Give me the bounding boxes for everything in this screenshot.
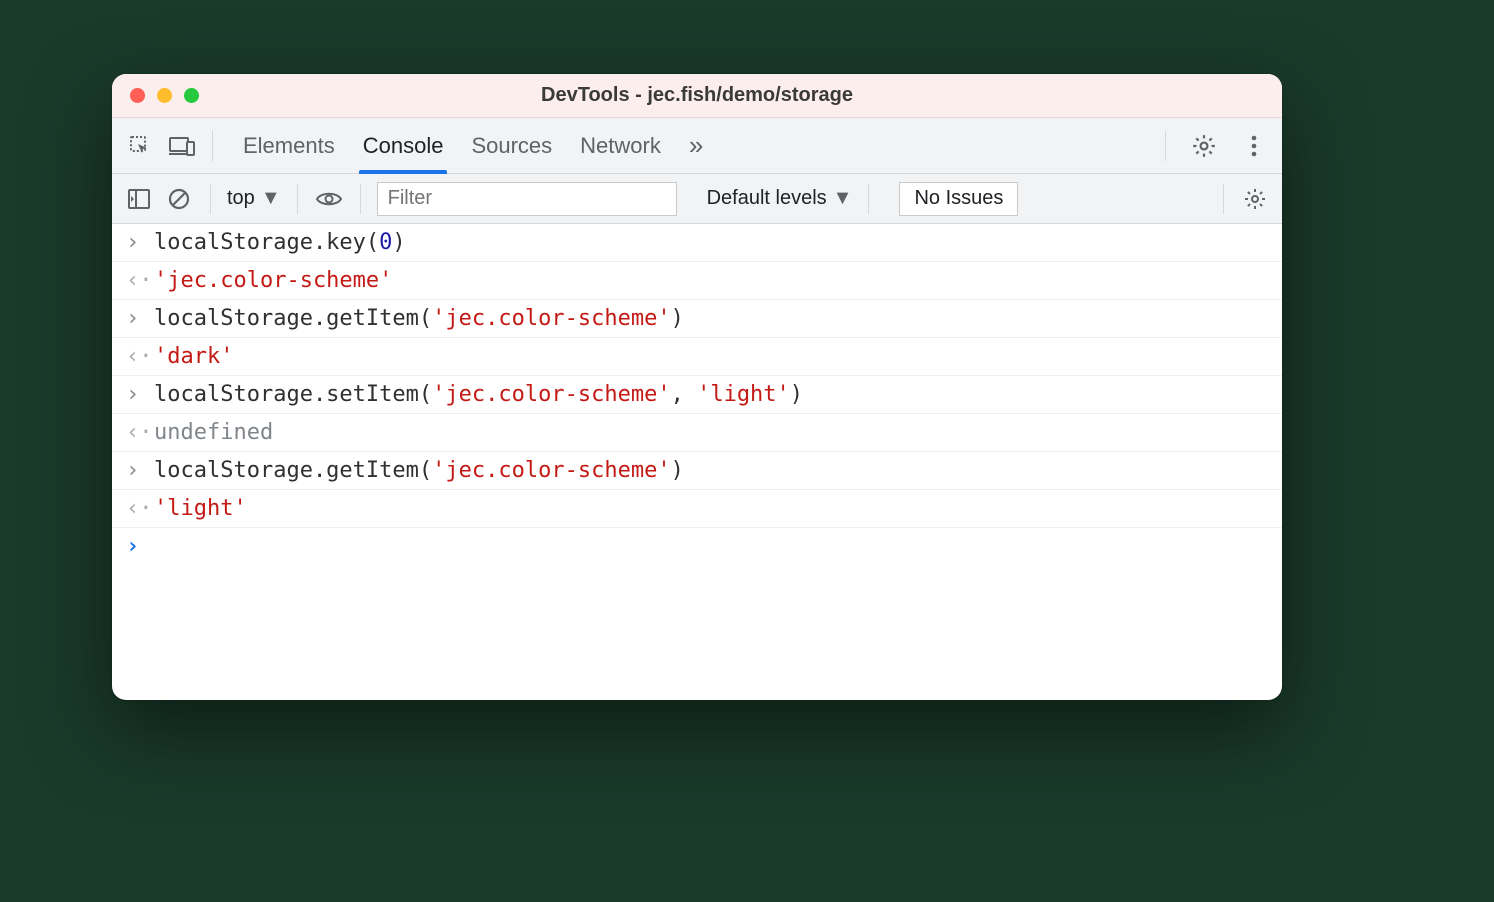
console-input-line: localStorage.getItem('jec.color-scheme') [154, 306, 684, 331]
minimize-button[interactable] [157, 88, 172, 103]
issues-button[interactable]: No Issues [899, 182, 1018, 216]
console-output-line: 'jec.color-scheme' [154, 268, 392, 293]
traffic-lights [112, 88, 199, 103]
console-output-line: 'dark' [154, 344, 233, 369]
tab-console[interactable]: Console [363, 118, 444, 173]
output-marker-icon: ‹· [126, 496, 144, 521]
separator [297, 184, 298, 214]
console-prompt-row[interactable]: › [112, 528, 1282, 565]
output-marker-icon: ‹· [126, 344, 144, 369]
tab-network[interactable]: Network [580, 118, 661, 173]
filter-input[interactable] [377, 182, 677, 216]
input-marker-icon: › [126, 230, 144, 255]
separator [868, 184, 869, 214]
console-input-row: › localStorage.getItem('jec.color-scheme'… [112, 452, 1282, 490]
input-marker-icon: › [126, 458, 144, 483]
inspect-icon[interactable] [122, 128, 158, 164]
chevron-down-icon: ▼ [833, 187, 853, 210]
separator [1223, 184, 1224, 214]
maximize-button[interactable] [184, 88, 199, 103]
live-expression-eye-icon[interactable] [314, 184, 344, 214]
tabs-overflow[interactable]: » [689, 118, 703, 173]
console-output[interactable]: › localStorage.key(0) ‹· 'jec.color-scheme'… [112, 224, 1282, 700]
sidebar-toggle-icon[interactable] [124, 184, 154, 214]
input-marker-icon: › [126, 382, 144, 407]
console-output-line: 'light' [154, 496, 247, 521]
separator [210, 184, 211, 214]
console-output-row: ‹· 'dark' [112, 338, 1282, 376]
console-output-row: ‹· 'light' [112, 490, 1282, 528]
console-input-line: localStorage.key(0) [154, 230, 406, 255]
console-input-line: localStorage.setItem('jec.color-scheme',… [154, 382, 803, 407]
console-toolbar: top ▼ Default levels ▼ No Issues [112, 174, 1282, 224]
separator [212, 131, 213, 161]
chevron-down-icon: ▼ [261, 187, 281, 210]
window-title: DevTools - jec.fish/demo/storage [112, 84, 1282, 107]
console-prompt-input[interactable] [154, 534, 167, 559]
titlebar: DevTools - jec.fish/demo/storage [112, 74, 1282, 118]
console-output-row: ‹· 'jec.color-scheme' [112, 262, 1282, 300]
tab-sources[interactable]: Sources [471, 118, 552, 173]
close-button[interactable] [130, 88, 145, 103]
separator [1165, 131, 1166, 161]
console-settings-gear-icon[interactable] [1240, 184, 1270, 214]
clear-console-icon[interactable] [164, 184, 194, 214]
output-marker-icon: ‹· [126, 268, 144, 293]
log-levels-select[interactable]: Default levels ▼ [707, 187, 853, 210]
tab-elements[interactable]: Elements [243, 118, 335, 173]
panel-tabbar: Elements Console Sources Network » [112, 118, 1282, 174]
console-input-row: › localStorage.key(0) [112, 224, 1282, 262]
console-input-row: › localStorage.setItem('jec.color-scheme'… [112, 376, 1282, 414]
console-input-line: localStorage.getItem('jec.color-scheme') [154, 458, 684, 483]
panel-tabs: Elements Console Sources Network » [243, 118, 703, 173]
input-marker-icon: › [126, 306, 144, 331]
device-toolbar-icon[interactable] [164, 128, 200, 164]
settings-gear-icon[interactable] [1186, 128, 1222, 164]
context-label: top [227, 187, 255, 210]
more-icon[interactable] [1236, 128, 1272, 164]
levels-label: Default levels [707, 187, 827, 210]
output-marker-icon: ‹· [126, 420, 144, 445]
separator [360, 184, 361, 214]
console-output-row: ‹· undefined [112, 414, 1282, 452]
console-output-line: undefined [154, 420, 273, 445]
devtools-window: DevTools - jec.fish/demo/storage Element… [112, 74, 1282, 700]
console-input-row: › localStorage.getItem('jec.color-scheme'… [112, 300, 1282, 338]
execution-context-select[interactable]: top ▼ [227, 187, 281, 210]
tabbar-right [1159, 128, 1272, 164]
prompt-marker-icon: › [126, 534, 144, 559]
